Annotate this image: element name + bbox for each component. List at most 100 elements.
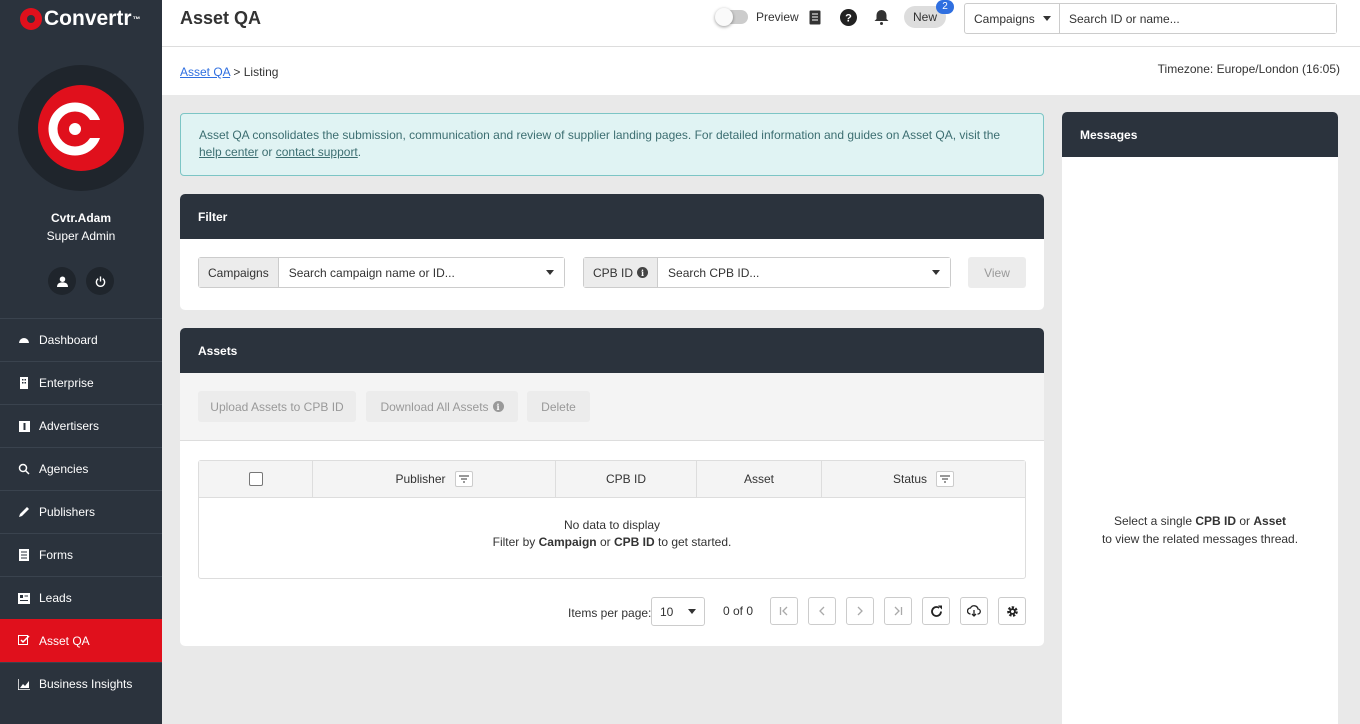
timezone-label: Timezone: Europe/London (16:05): [1157, 62, 1340, 76]
next-page-button[interactable]: [846, 597, 874, 625]
page-range: 0 of 0: [723, 604, 754, 618]
search-scope-select[interactable]: Campaigns: [965, 4, 1060, 33]
chevron-down-icon: [688, 609, 696, 614]
assets-toolbar: Upload Assets to CPB ID Download All Ass…: [180, 373, 1044, 441]
advertisers-icon: [18, 420, 30, 432]
forms-icon: [18, 549, 30, 561]
refresh-button[interactable]: [922, 597, 950, 625]
nav-item-leads[interactable]: Leads: [0, 576, 162, 619]
dashboard-icon: [18, 334, 30, 346]
empty-state: No data to display Filter by Campaign or…: [199, 498, 1025, 551]
profile-button[interactable]: [48, 267, 76, 295]
preview-toggle[interactable]: [715, 8, 748, 26]
assets-panel: Assets Upload Assets to CPB ID Download …: [180, 328, 1044, 646]
chevron-down-icon: [546, 270, 554, 275]
avatar: [18, 65, 144, 191]
last-page-icon: [894, 606, 903, 616]
campaigns-placeholder: Search campaign name or ID...: [288, 265, 455, 280]
nav-item-enterprise[interactable]: Enterprise: [0, 361, 162, 404]
help-button[interactable]: ?: [839, 8, 857, 26]
breadcrumb-bar: Asset QA > Listing Timezone: Europe/Lond…: [162, 47, 1360, 95]
new-count-badge: 2: [936, 0, 954, 14]
document-icon: [809, 10, 821, 24]
chevron-down-icon: [1042, 16, 1051, 21]
hint-bold-campaign: Campaign: [538, 535, 597, 549]
sidebar: Convertr ™ Cvtr.Adam Super Admin Dashboar…: [0, 0, 162, 724]
last-page-button[interactable]: [884, 597, 912, 625]
nav-item-agencies[interactable]: Agencies: [0, 447, 162, 490]
items-per-page-select[interactable]: 10: [651, 597, 705, 626]
cpb-id-placeholder: Search CPB ID...: [668, 265, 760, 280]
user-role: Super Admin: [46, 229, 116, 243]
items-per-page-value: 10: [660, 604, 674, 619]
download-label: Download All Assets: [380, 399, 489, 414]
column-publisher: Publisher: [313, 461, 556, 497]
select-all-checkbox[interactable]: [248, 472, 263, 486]
assets-panel-title: Assets: [180, 328, 1044, 373]
cpb-id-select[interactable]: Search CPB ID...: [658, 258, 950, 287]
help-center-link[interactable]: help center: [199, 145, 258, 159]
nav-label: Agencies: [39, 462, 89, 476]
nav-item-asset-qa[interactable]: Asset QA: [0, 619, 162, 662]
column-label: Status: [892, 472, 928, 486]
nav-item-advertisers[interactable]: Advertisers: [0, 404, 162, 447]
brand-name: Convertr: [44, 7, 132, 30]
breadcrumb-separator: >: [233, 65, 241, 79]
user-name: Cvtr.Adam: [50, 211, 112, 225]
hint-text: Filter by: [492, 535, 539, 549]
delete-button[interactable]: Delete: [527, 391, 590, 422]
chevron-right-icon: [857, 606, 863, 616]
column-cpb-id: CPB ID: [556, 461, 697, 497]
business-insights-icon: [18, 678, 30, 690]
msg-text: or: [1236, 514, 1254, 528]
settings-button[interactable]: [998, 597, 1026, 625]
logout-button[interactable]: [86, 267, 114, 295]
search-scope-value: Campaigns: [974, 11, 1035, 26]
first-page-button[interactable]: [770, 597, 798, 625]
enterprise-icon: [18, 377, 30, 389]
previous-page-button[interactable]: [808, 597, 836, 625]
brand-logo[interactable]: Convertr ™: [0, 0, 162, 38]
search-input[interactable]: [1060, 4, 1336, 33]
campaigns-label: Campaigns: [199, 258, 279, 287]
column-label: CPB ID: [605, 472, 646, 486]
info-text-mid: or: [258, 145, 276, 159]
msg-bold-asset: Asset: [1253, 514, 1287, 528]
info-text: Asset QA consolidates the submission, co…: [199, 128, 1001, 142]
filter-icon[interactable]: [454, 471, 473, 487]
campaigns-select[interactable]: Search campaign name or ID...: [278, 258, 564, 287]
view-button[interactable]: View: [968, 257, 1026, 288]
nav-label: Forms: [39, 548, 73, 562]
trademark: ™: [132, 14, 141, 24]
msg-text: Select a single: [1113, 514, 1196, 528]
chevron-left-icon: [819, 606, 825, 616]
info-icon: i: [492, 401, 504, 412]
publishers-icon: [18, 506, 30, 518]
nav-item-dashboard[interactable]: Dashboard: [0, 318, 162, 361]
notifications-button[interactable]: [872, 8, 890, 26]
breadcrumb-link-asset-qa[interactable]: Asset QA: [180, 65, 230, 79]
breadcrumb-current: Listing: [243, 65, 279, 79]
upload-assets-button[interactable]: Upload Assets to CPB ID: [198, 391, 356, 422]
contact-support-link[interactable]: contact support: [276, 145, 358, 159]
info-icon[interactable]: i: [637, 267, 649, 278]
nav-item-business-insights[interactable]: Business Insights: [0, 662, 162, 705]
column-status: Status: [822, 461, 1025, 497]
nav-item-forms[interactable]: Forms: [0, 533, 162, 576]
empty-state-hint: Filter by Campaign or CPB ID to get star…: [199, 534, 1025, 551]
assets-table: Publisher CPB ID Asset Status No data to…: [198, 460, 1026, 579]
bell-icon: [874, 10, 888, 25]
hint-text: to get started.: [654, 535, 732, 549]
hint-bold-cpb-id: CPB ID: [613, 535, 655, 549]
document-button[interactable]: [806, 8, 824, 26]
nav-item-publishers[interactable]: Publishers: [0, 490, 162, 533]
nav-label: Dashboard: [39, 333, 98, 347]
filter-panel-title: Filter: [180, 194, 1044, 239]
preview-label: Preview: [756, 10, 799, 24]
select-all-cell: [199, 461, 313, 497]
filter-icon[interactable]: [936, 471, 955, 487]
export-button[interactable]: [960, 597, 988, 625]
first-page-icon: [779, 606, 788, 616]
main-nav: Dashboard Enterprise Advertisers Agencie…: [0, 318, 162, 705]
download-all-assets-button[interactable]: Download All Assets i: [366, 391, 518, 422]
